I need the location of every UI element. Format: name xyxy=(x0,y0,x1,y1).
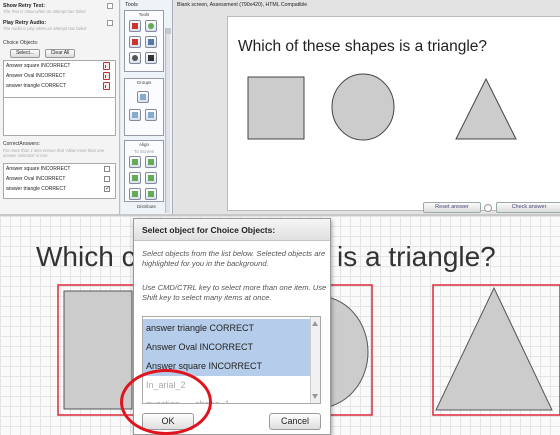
close-icon[interactable] xyxy=(145,52,157,64)
resize-icon[interactable] xyxy=(145,188,157,200)
square-shape[interactable] xyxy=(247,76,305,140)
trash-icon[interactable] xyxy=(103,82,110,90)
list-item-label: answer triangle CORRECT xyxy=(6,186,67,192)
list-item-label: Answer square INCORRECT xyxy=(6,63,71,69)
tools-panel: Tools Tools Groups Align To Screen Distr… xyxy=(121,0,173,215)
slide: Which of these shapes is a triangle? Res… xyxy=(227,16,560,213)
triangle-shape[interactable] xyxy=(455,77,517,140)
radio-icon[interactable] xyxy=(484,204,492,212)
show-retry-text-row: Show Retry Text: The Text is show when a… xyxy=(3,3,115,14)
distribute-icon[interactable] xyxy=(129,188,141,200)
list-item-label: Answer square INCORRECT xyxy=(6,166,71,172)
list-item[interactable]: answer triangle CORRECT xyxy=(4,81,115,91)
chart-icon[interactable] xyxy=(145,36,157,48)
zoom-square-shape[interactable] xyxy=(63,290,133,410)
list-item-label: Answer Oval INCORRECT xyxy=(6,73,66,79)
correct-answers-list: Answer square INCORRECT Answer Oval INCO… xyxy=(3,163,116,199)
list-item[interactable]: Answer square INCORRECT xyxy=(4,61,115,71)
zoom-triangle-shape[interactable] xyxy=(435,286,553,411)
choice-objects-title: Choice Objects: xyxy=(3,40,39,46)
correct-checkbox-checked[interactable]: ✓ xyxy=(104,186,110,192)
object-list: answer triangle CORRECT Answer Oval INCO… xyxy=(142,316,321,404)
ok-button[interactable]: OK xyxy=(142,413,194,430)
align-label: Align xyxy=(138,142,149,147)
choice-objects-list-space xyxy=(3,98,116,136)
choice-objects-list: Answer square INCORRECT Answer Oval INCO… xyxy=(3,60,116,98)
shapes xyxy=(247,73,517,141)
correct-answers-title: CorrectAnswers: xyxy=(3,141,40,147)
editor-screenshot: Show Retry Text: The Text is show when a… xyxy=(0,0,560,215)
list-item[interactable]: Answer Oval INCORRECT xyxy=(4,174,115,184)
select-button[interactable]: Select... xyxy=(10,49,40,58)
image-icon[interactable] xyxy=(145,20,157,32)
align-center-icon[interactable] xyxy=(145,156,157,168)
correct-checkbox[interactable] xyxy=(104,166,110,172)
trash-icon[interactable] xyxy=(103,62,110,70)
align-right-icon[interactable] xyxy=(129,172,141,184)
ungroup-icon[interactable] xyxy=(129,109,141,121)
list-item[interactable]: question_ _ shape_1 xyxy=(143,395,311,403)
to-screen-label: To Screen xyxy=(133,149,155,154)
tools-group: Tools xyxy=(124,10,164,72)
groups-group: Groups xyxy=(124,78,164,136)
tools-panel-title: Tools xyxy=(125,2,138,8)
align-bottom-icon[interactable] xyxy=(145,172,157,184)
align-left-icon[interactable] xyxy=(129,156,141,168)
text-icon[interactable] xyxy=(129,20,141,32)
play-retry-audio-checkbox[interactable] xyxy=(107,20,113,26)
clear-all-button[interactable]: Clear All xyxy=(45,49,75,58)
trash-icon[interactable] xyxy=(103,72,110,80)
list-item[interactable]: Answer square INCORRECT xyxy=(4,164,115,174)
list-item[interactable]: answer triangle CORRECT ✓ xyxy=(4,184,115,194)
canvas-area: Blank screen, Assessment (790x420), HTML… xyxy=(174,0,560,215)
list-item-label: answer triangle CORRECT xyxy=(6,83,67,89)
list-item[interactable]: Answer Oval INCORRECT xyxy=(143,338,311,357)
group-icon[interactable] xyxy=(137,91,149,103)
correct-answers-hint: For more than 1 item ensure that 'Allow … xyxy=(3,148,105,158)
shape-icon[interactable] xyxy=(129,36,141,48)
list-item[interactable]: In_arial_2 xyxy=(143,376,311,395)
play-retry-audio-hint: The Audio is play when an attempt has fa… xyxy=(3,26,87,31)
groups-label: Groups xyxy=(136,80,152,85)
list-item[interactable]: answer triangle CORRECT xyxy=(143,319,311,338)
dialog-instructions: Select objects from the list below. Sele… xyxy=(142,249,326,268)
distribute-label: Distribute xyxy=(136,204,156,209)
correct-checkbox[interactable] xyxy=(104,176,110,182)
tools-label: Tools xyxy=(138,12,150,17)
scroll-up-icon[interactable] xyxy=(312,321,318,326)
dialog-shortcut-hint: Use CMD/CTRL key to select more than one… xyxy=(142,283,327,302)
scroll-down-icon[interactable] xyxy=(312,394,318,399)
list-item[interactable]: Answer Oval INCORRECT xyxy=(4,71,115,81)
canvas-header: Blank screen, Assessment (790x420), HTML… xyxy=(177,2,308,8)
tools-scrollbar[interactable] xyxy=(165,28,171,213)
oval-shape[interactable] xyxy=(331,73,395,141)
show-retry-text-checkbox[interactable] xyxy=(107,3,113,9)
list-scrollbar[interactable] xyxy=(310,317,320,403)
hide-icon[interactable] xyxy=(129,52,141,64)
dialog-title: Select object for Choice Objects: xyxy=(134,219,330,241)
properties-panel: Show Retry Text: The Text is show when a… xyxy=(0,0,120,215)
reset-answer-button[interactable]: Reset answer xyxy=(423,202,481,213)
select-object-dialog: Select object for Choice Objects: Select… xyxy=(133,218,331,435)
align-group: Align To Screen xyxy=(124,140,164,202)
cancel-button[interactable]: Cancel xyxy=(269,413,321,430)
play-retry-audio-row: Play Retry Audio: The Audio is play when… xyxy=(3,20,115,31)
list-item-label: Answer Oval INCORRECT xyxy=(6,176,66,182)
check-answer-button[interactable]: Check answer xyxy=(496,202,560,213)
layer-icon[interactable] xyxy=(145,109,157,121)
show-retry-text-hint: The Text is show when an attempt has fai… xyxy=(3,9,86,14)
list-item[interactable]: Answer square INCORRECT xyxy=(143,357,311,376)
